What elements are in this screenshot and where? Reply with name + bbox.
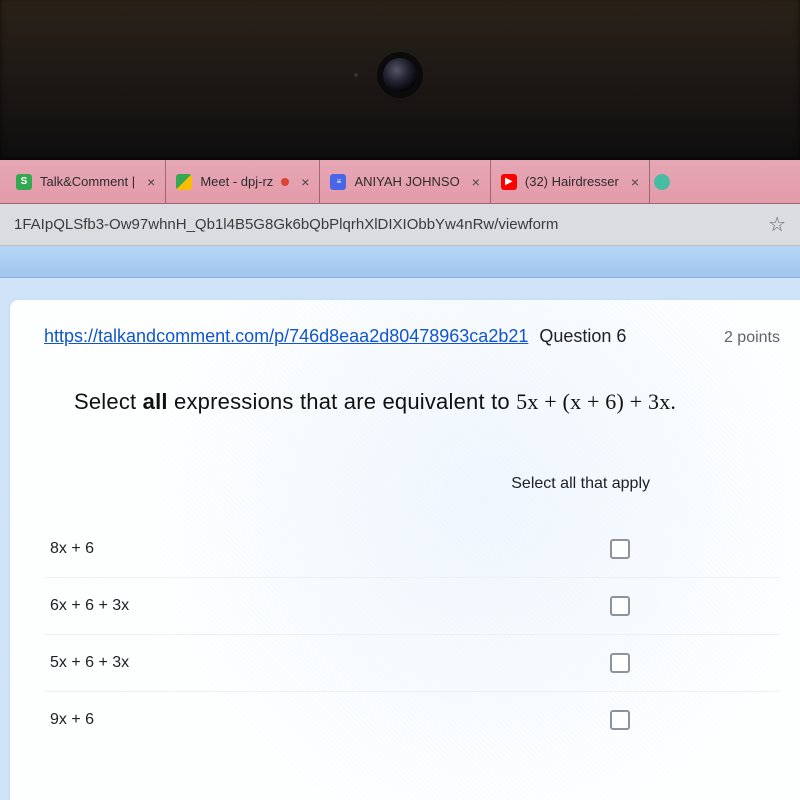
question-points: 2 points [724, 329, 780, 347]
address-bar[interactable]: 1FAIpQLSfb3-Ow97whnH_Qb1l4B5G8Gk6bQbPlqr… [0, 204, 800, 246]
tab-aniyah[interactable]: ≡ ANIYAH JOHNSO × [320, 160, 490, 203]
youtube-favicon-icon: ▶ [501, 174, 517, 190]
recording-dot-icon [281, 178, 289, 186]
option-label: 5x + 6 + 3x [50, 654, 129, 672]
url-text: 1FAIpQLSfb3-Ow97whnH_Qb1l4B5G8Gk6bQbPlqr… [14, 216, 558, 233]
question-audio-link[interactable]: https://talkandcomment.com/p/746d8eaa2d8… [44, 326, 528, 346]
close-icon[interactable]: × [301, 174, 309, 190]
close-icon[interactable]: × [631, 174, 639, 190]
column-header: Select all that apply [44, 475, 780, 493]
option-row: 5x + 6 + 3x [44, 635, 780, 692]
form-page: https://talkandcomment.com/p/746d8eaa2d8… [0, 278, 800, 800]
prompt-expression: 5x + (x + 6) + 3x. [516, 389, 676, 414]
option-row: 8x + 6 [44, 521, 780, 578]
overflow-favicon-icon [654, 174, 670, 190]
checkbox[interactable] [610, 653, 630, 673]
tab-title: ANIYAH JOHNSO [354, 174, 459, 189]
prompt-mid: expressions that are equivalent to [168, 389, 516, 414]
laptop-bezel [0, 0, 800, 160]
checkbox[interactable] [610, 539, 630, 559]
talkcomment-favicon-icon: S [16, 174, 32, 190]
tab-hairdresser[interactable]: ▶ (32) Hairdresser × [491, 160, 650, 203]
question-card: https://talkandcomment.com/p/746d8eaa2d8… [10, 300, 800, 800]
docs-favicon-icon: ≡ [330, 174, 346, 190]
tab-meet[interactable]: Meet - dpj-rz × [166, 160, 320, 203]
tab-overflow[interactable] [650, 160, 674, 203]
option-row: 6x + 6 + 3x [44, 578, 780, 635]
close-icon[interactable]: × [472, 174, 480, 190]
option-label: 6x + 6 + 3x [50, 597, 129, 615]
prompt-bold: all [143, 389, 168, 414]
close-icon[interactable]: × [147, 174, 155, 190]
option-row: 9x + 6 [44, 692, 780, 748]
meet-favicon-icon [176, 174, 192, 190]
tab-talk-and-comment[interactable]: S Talk&Comment | × [6, 160, 166, 203]
question-header: https://talkandcomment.com/p/746d8eaa2d8… [44, 326, 780, 347]
webcam-icon [383, 58, 417, 92]
question-prompt: Select all expressions that are equivale… [74, 389, 780, 415]
bookmarks-toolstrip [0, 246, 800, 278]
sensor-dot-icon [354, 73, 358, 77]
prompt-prefix: Select [74, 389, 143, 414]
tab-title: (32) Hairdresser [525, 174, 619, 189]
checkbox[interactable] [610, 596, 630, 616]
question-number: Question 6 [539, 326, 626, 346]
browser-tabstrip: S Talk&Comment | × Meet - dpj-rz × ≡ ANI… [0, 160, 800, 204]
option-label: 9x + 6 [50, 711, 94, 729]
checkbox[interactable] [610, 710, 630, 730]
tab-title: Talk&Comment | [40, 174, 135, 189]
option-label: 8x + 6 [50, 540, 94, 558]
tab-title: Meet - dpj-rz [200, 174, 273, 189]
bookmark-star-icon[interactable]: ☆ [768, 212, 786, 237]
